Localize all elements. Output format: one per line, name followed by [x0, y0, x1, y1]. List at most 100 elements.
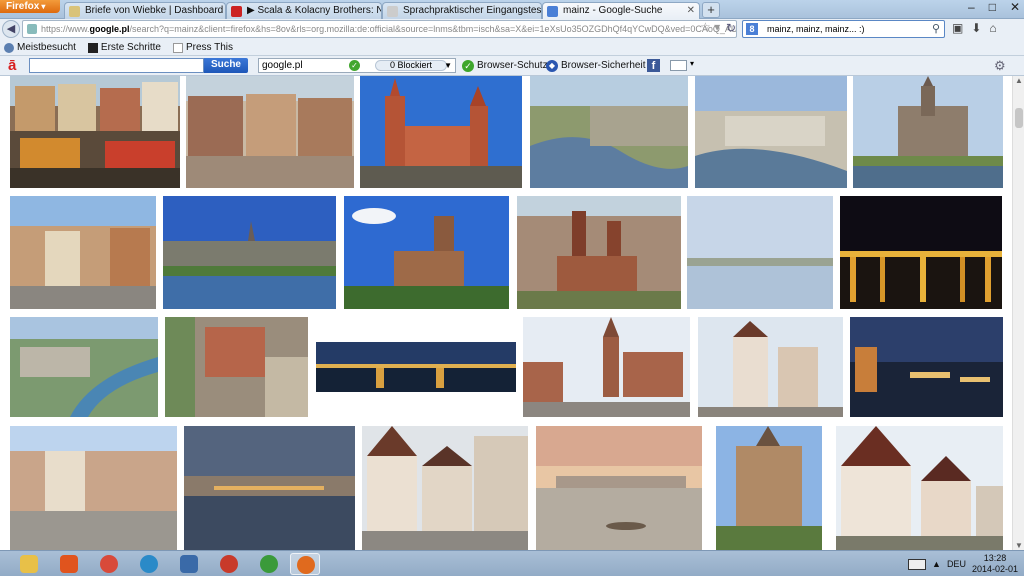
close-window-button[interactable]: ✕: [1010, 0, 1020, 16]
image-result-cathedral-river[interactable]: [853, 76, 1003, 188]
media-taskbar-button[interactable]: [134, 553, 164, 575]
firefox-taskbar-button[interactable]: [290, 553, 320, 575]
scroll-down-icon[interactable]: ▼: [1015, 541, 1023, 550]
url-bar[interactable]: https://www.google.pl/search?q=mainz&cli…: [22, 20, 737, 38]
explorer-taskbar-button[interactable]: [14, 553, 44, 575]
tab-title: Sprachpraktischer Eingangstest: [403, 5, 542, 16]
tab-sprachpraktischer[interactable]: Sprachpraktischer Eingangstest: [382, 2, 542, 19]
new-tab-button[interactable]: +: [702, 2, 720, 18]
winamp-taskbar-button[interactable]: [254, 553, 284, 575]
search-text: mainz, mainz, mainz... :): [767, 24, 865, 34]
scrollbar-thumb[interactable]: [1015, 108, 1023, 128]
folder-icon: [20, 555, 38, 573]
image-result-cathedral-tower[interactable]: [716, 426, 822, 550]
avira-search-input[interactable]: [29, 58, 204, 73]
search-engine-icon[interactable]: 8: [746, 23, 758, 35]
lock-icon: [27, 24, 37, 34]
bookmark-meistbesucht[interactable]: Meistbesucht: [4, 40, 76, 55]
search-input[interactable]: 8 mainz, mainz, mainz... :) ⚲: [742, 20, 945, 38]
image-result-rhine-panorama[interactable]: [163, 196, 336, 309]
image-result-night-bridge[interactable]: [840, 196, 1002, 309]
firefox-icon: [297, 556, 315, 574]
player-taskbar-button[interactable]: [214, 553, 244, 575]
avira-toolbar: ā Suche google.pl ✓ 0 Blockiert ▼ ✓ Brow…: [0, 56, 1024, 76]
tab-google-search[interactable]: mainz - Google-Suche ✕: [542, 2, 700, 19]
language-indicator[interactable]: DEU: [947, 559, 966, 569]
site-text: google.pl: [262, 60, 303, 71]
music-icon: [260, 555, 278, 573]
image-result-old-town-aerial[interactable]: [165, 317, 308, 417]
tab-briefe-von-wiebke[interactable]: Briefe von Wiebke | Dashboard: [64, 2, 226, 19]
home-icon[interactable]: ⌂: [989, 21, 996, 35]
page-scrollbar[interactable]: ▲ ▼: [1012, 76, 1024, 550]
chevron-down-icon[interactable]: ▼: [444, 59, 452, 72]
chevron-down-icon[interactable]: ▾: [690, 59, 694, 68]
office-taskbar-button[interactable]: [54, 553, 84, 575]
tab-bar: Firefox ▾ Briefe von Wiebke | Dashboard ▶…: [0, 0, 1024, 19]
download-icon[interactable]: ⬇: [971, 21, 981, 35]
back-arrow-icon[interactable]: ◀: [2, 20, 20, 38]
close-tab-icon[interactable]: ✕: [687, 5, 695, 16]
window-controls: – □ ✕: [968, 0, 1020, 16]
system-tray: ▲ DEU 13:28 2014-02-01: [908, 551, 1024, 576]
image-result-townhouses[interactable]: [10, 196, 156, 309]
bookmark-press-this[interactable]: Press This: [172, 40, 233, 55]
clock[interactable]: 13:28 2014-02-01: [972, 553, 1018, 575]
image-result-timbered-houses[interactable]: [836, 426, 1003, 550]
image-result-night-skyline[interactable]: [316, 342, 516, 392]
browser-schutz-button[interactable]: ✓ Browser-Schutz: [462, 59, 548, 73]
mail-icon[interactable]: [670, 60, 687, 71]
image-result-half-timbered[interactable]: [698, 317, 843, 417]
nav-tools: ▣ ⬇ ⌂: [952, 21, 997, 35]
image-result-rhine-hazy[interactable]: [687, 196, 833, 309]
image-result-cathedral[interactable]: [360, 76, 522, 188]
image-result-cathedral-sky[interactable]: [344, 196, 509, 309]
image-result-aerial-river[interactable]: [530, 76, 688, 188]
bookmark-star-icon[interactable]: ☆ ▾: [700, 20, 720, 34]
clock-time: 13:28: [983, 553, 1007, 563]
video-taskbar-button[interactable]: [174, 553, 204, 575]
network-icon[interactable]: ▲: [932, 559, 941, 569]
image-results: [0, 76, 1012, 550]
check-icon: ✓: [349, 60, 360, 71]
paint-taskbar-button[interactable]: [94, 553, 124, 575]
reload-icon[interactable]: ↻: [726, 21, 736, 35]
bookmark-erste-schritte[interactable]: Erste Schritte: [87, 40, 161, 55]
bookmarks-toolbar: Meistbesucht Erste Schritte Press This: [0, 40, 1024, 56]
tab-youtube[interactable]: ▶ Scala & Kolacny Brothers: Nothing...: [226, 2, 382, 19]
avira-logo-icon: ā: [8, 57, 17, 74]
scroll-up-icon[interactable]: ▲: [1015, 76, 1023, 85]
image-result-cathedral-plaza[interactable]: [523, 317, 690, 417]
image-result-timbered-street[interactable]: [362, 426, 528, 550]
image-result-night-city[interactable]: [850, 317, 1003, 417]
player-icon: [220, 555, 238, 573]
screenshot-icon[interactable]: ▣: [952, 21, 963, 35]
blocked-counter[interactable]: 0 Blockiert: [375, 60, 447, 71]
page-icon: [387, 6, 398, 17]
shield-icon: ◆: [546, 60, 558, 72]
film-icon: [180, 555, 198, 573]
image-result-aerial-city[interactable]: [695, 76, 847, 188]
minimize-button[interactable]: –: [968, 0, 975, 16]
image-result-painting[interactable]: [536, 426, 702, 550]
media-icon: [140, 555, 158, 573]
keyboard-icon[interactable]: [908, 558, 927, 570]
gear-icon[interactable]: ⚙: [994, 58, 1006, 74]
tab-title: ▶ Scala & Kolacny Brothers: Nothing...: [247, 5, 381, 16]
facebook-icon[interactable]: f: [647, 59, 660, 72]
site-field[interactable]: google.pl ✓ 0 Blockiert ▼: [258, 58, 456, 73]
image-result-aerial-rhine[interactable]: [10, 317, 158, 417]
browser-sicherheit-button[interactable]: ◆ Browser-Sicherheit ▾: [546, 59, 653, 73]
image-result-square[interactable]: [186, 76, 354, 188]
windows-taskbar: ▲ DEU 13:28 2014-02-01: [0, 550, 1024, 576]
url-prefix: https://www.: [41, 24, 90, 34]
image-result-market[interactable]: [10, 76, 180, 188]
image-result-cathedral-aerial[interactable]: [517, 196, 681, 309]
firefox-menu-button[interactable]: Firefox ▾: [0, 0, 60, 13]
search-icon[interactable]: ⚲: [932, 21, 940, 37]
url-rest: /search?q=mainz&client=firefox&hs=8ov&rl…: [129, 24, 737, 34]
avira-search-button[interactable]: Suche: [204, 58, 248, 73]
maximize-button[interactable]: □: [989, 0, 996, 16]
image-result-dusk-river[interactable]: [184, 426, 355, 550]
image-result-market-square[interactable]: [10, 426, 177, 550]
